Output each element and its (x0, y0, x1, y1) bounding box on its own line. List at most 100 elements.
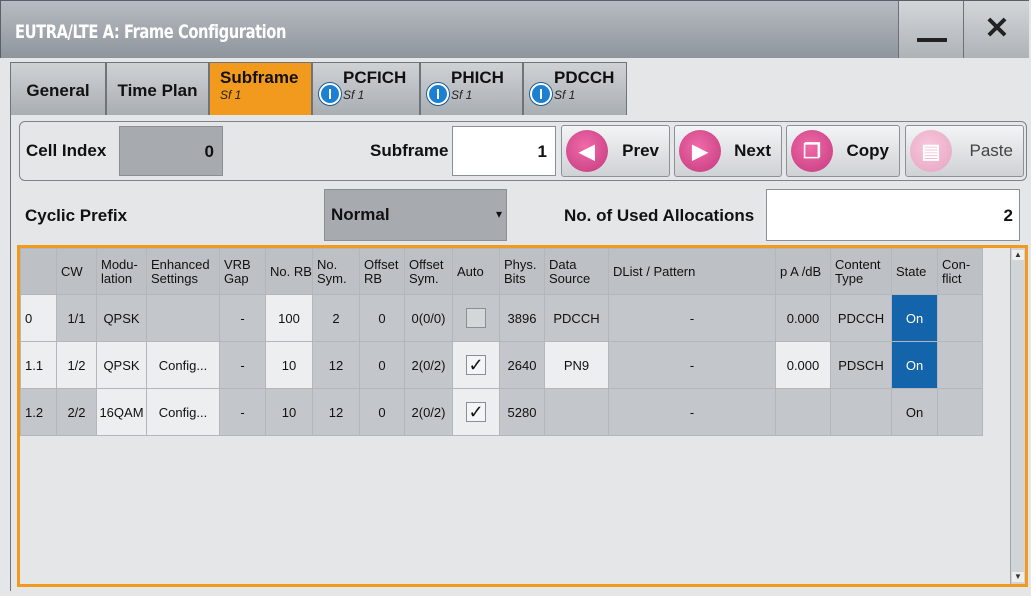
cell-state[interactable]: On (891, 294, 938, 342)
cyclic-prefix-value: Normal (331, 205, 390, 224)
cell-dlist: - (608, 388, 776, 436)
table-row[interactable]: 1.1 1/2 QPSK Config... - 10 12 0 2(0/2) … (20, 341, 983, 389)
close-button[interactable]: ✕ (963, 1, 1029, 58)
copy-button[interactable]: ❐ Copy (786, 125, 900, 177)
tab-label: General (26, 81, 90, 100)
tab-pdcch[interactable]: PDCCH Sf 1 (523, 62, 627, 115)
subframe-input[interactable]: 1 (452, 126, 556, 176)
cell-no-sym: 2 (312, 294, 360, 342)
cell-offset-rb: 0 (359, 388, 405, 436)
subframe-selector-group: Cell Index 0 Subframe 1 ◀ Prev ▶ Next ❐ … (19, 121, 1027, 181)
info-icon (427, 83, 449, 105)
cell-cw: 1/1 (56, 294, 97, 342)
paste-label: Paste (969, 141, 1013, 160)
tab-phich[interactable]: PHICH Sf 1 (420, 62, 523, 115)
cell-enhanced[interactable]: Config... (146, 341, 220, 389)
close-icon: ✕ (984, 12, 1010, 45)
tab-pcfich[interactable]: PCFICH Sf 1 (312, 62, 420, 115)
col-no-sym-header: No. Sym. (312, 248, 360, 295)
cell-modulation[interactable]: 16QAM (96, 388, 147, 436)
paste-button[interactable]: ▤ Paste (905, 125, 1024, 177)
dropdown-icon: ▾ (495, 207, 502, 221)
cell-modulation[interactable]: QPSK (96, 341, 147, 389)
cell-no-rb[interactable]: 10 (265, 341, 313, 389)
scroll-down-icon[interactable]: ▼ (1012, 572, 1024, 582)
col-cw-header: CW (56, 248, 97, 295)
col-state-header: State (891, 248, 938, 295)
col-vrb-gap-header: VRB Gap (219, 248, 266, 295)
tab-label: PDCCH (554, 68, 615, 87)
scroll-up-icon[interactable]: ▲ (1012, 250, 1024, 260)
cell-data-source: PDCCH (544, 294, 609, 342)
prev-label: Prev (622, 141, 659, 160)
allocations-input[interactable]: 2 (766, 189, 1020, 241)
table-scrollbar[interactable]: ▲ ▼ (1010, 248, 1025, 584)
cell-phys-bits: 2640 (499, 341, 545, 389)
cell-auto (452, 294, 500, 342)
col-no-rb-header: No. RB (265, 248, 313, 295)
table-row[interactable]: 0 1/1 QPSK - 100 2 0 0(0/0) 3896 PDCCH -… (20, 294, 983, 342)
auto-checkbox[interactable]: ✓ (466, 402, 486, 422)
tab-general[interactable]: General (10, 62, 106, 115)
allocations-label: No. of Used Allocations (564, 206, 755, 225)
cell-index-value: 0 (204, 142, 214, 161)
cell-offset-rb: 0 (359, 294, 405, 342)
col-modulation-header: Modu-lation (96, 248, 147, 295)
cell-no-rb[interactable]: 100 (265, 294, 313, 342)
table-row[interactable]: 1.2 2/2 16QAM Config... - 10 12 0 2(0/2)… (20, 388, 983, 436)
col-index-header (20, 248, 57, 295)
tab-sublabel: Sf 1 (343, 88, 365, 102)
allocation-table-container: CW Modu-lation Enhanced Settings VRB Gap… (17, 245, 1028, 587)
col-conflict-header: Con-flict (937, 248, 983, 295)
tab-label: PHICH (451, 68, 504, 87)
cell-index: 0 (20, 294, 57, 342)
copy-icon: ❐ (791, 130, 833, 172)
info-icon (530, 83, 552, 105)
prev-button[interactable]: ◀ Prev (561, 125, 670, 177)
col-enhanced-header: Enhanced Settings (146, 248, 220, 295)
allocations-value: 2 (1003, 206, 1013, 225)
next-button[interactable]: ▶ Next (674, 125, 782, 177)
cell-data-source (544, 388, 609, 436)
cell-state[interactable]: On (891, 341, 938, 389)
tab-label: Time Plan (117, 81, 198, 100)
cell-pa (775, 388, 831, 436)
auto-checkbox (466, 308, 486, 328)
cell-vrb-gap: - (219, 294, 266, 342)
cell-cw: 2/2 (56, 388, 97, 436)
arrow-left-icon: ◀ (566, 130, 608, 172)
cell-vrb-gap: - (219, 341, 266, 389)
cell-dlist: - (608, 341, 776, 389)
cell-content-type: PDSCH (830, 341, 892, 389)
cell-state[interactable]: On (891, 388, 938, 436)
subframe-panel: Cell Index 0 Subframe 1 ◀ Prev ▶ Next ❐ … (10, 115, 1030, 591)
cell-index-label: Cell Index (26, 141, 107, 160)
cell-data-source[interactable]: PN9 (544, 341, 609, 389)
cyclic-prefix-label: Cyclic Prefix (25, 206, 128, 225)
col-dlist-header: DList / Pattern (608, 248, 776, 295)
cell-index-field: 0 (119, 126, 223, 176)
auto-checkbox[interactable]: ✓ (466, 355, 486, 375)
tab-sublabel: Sf 1 (451, 88, 473, 102)
cell-auto[interactable]: ✓ (452, 388, 500, 436)
col-phys-bits-header: Phys. Bits (499, 248, 545, 295)
cell-phys-bits: 3896 (499, 294, 545, 342)
tab-label: PCFICH (343, 68, 407, 87)
tab-subframe[interactable]: Subframe Sf 1 (209, 62, 312, 115)
cell-index: 1.1 (20, 341, 57, 389)
cyclic-prefix-select[interactable]: Normal ▾ (324, 189, 507, 241)
cell-conflict (937, 341, 983, 389)
col-content-type-header: Content Type (830, 248, 892, 295)
cell-pa[interactable]: 0.000 (775, 341, 831, 389)
tab-strip: General Time Plan Subframe Sf 1 PCFICH S… (10, 58, 1029, 115)
cell-auto[interactable]: ✓ (452, 341, 500, 389)
window-title: EUTRA/LTE A: Frame Configuration (15, 21, 286, 43)
tab-time-plan[interactable]: Time Plan (106, 62, 209, 115)
minimize-button[interactable] (898, 1, 964, 58)
cell-vrb-gap: - (219, 388, 266, 436)
paste-icon: ▤ (910, 130, 952, 172)
cell-offset-sym: 2(0/2) (404, 341, 453, 389)
cell-enhanced[interactable]: Config... (146, 388, 220, 436)
arrow-right-icon: ▶ (679, 130, 721, 172)
cell-offset-sym: 0(0/0) (404, 294, 453, 342)
